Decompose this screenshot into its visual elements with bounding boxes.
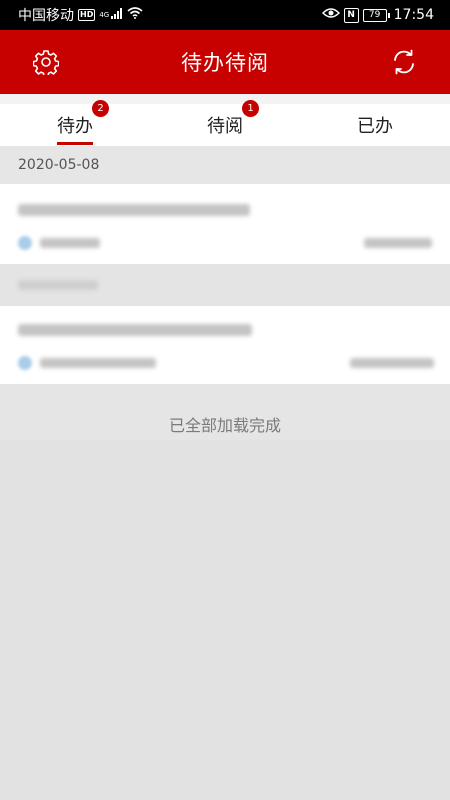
page-title: 待办待阅 — [181, 51, 269, 75]
tab-to-read[interactable]: 待阅 1 — [150, 100, 300, 146]
settings-button[interactable] — [30, 46, 62, 78]
refresh-icon — [394, 49, 414, 75]
blurred-title — [18, 204, 250, 216]
wifi-icon — [127, 7, 143, 23]
carrier-name: 中国移动 — [18, 8, 74, 24]
network-type: 4G — [99, 11, 110, 19]
nfc-icon: N — [343, 7, 359, 23]
status-left: 中国移动 HD 4G — [18, 5, 143, 25]
battery-icon: 79 — [362, 8, 390, 22]
hd-icon: HD — [78, 9, 96, 21]
clock: 17:54 — [393, 7, 434, 23]
count-badge: 1 — [242, 100, 259, 117]
blurred-time — [350, 358, 434, 368]
tab-bar: 待办 2 待阅 1 已办 — [0, 100, 450, 146]
battery-level: 79 — [362, 8, 387, 22]
tab-label: 待办 — [57, 116, 93, 137]
app-bar: 待办待阅 — [0, 30, 450, 94]
refresh-button[interactable] — [388, 46, 420, 78]
blurred-sender — [40, 238, 100, 248]
item-icon — [18, 356, 32, 370]
tab-pending[interactable]: 待办 2 — [0, 100, 150, 146]
blurred-group-header — [0, 264, 450, 306]
blurred-sender — [40, 358, 156, 368]
status-bar: 中国移动 HD 4G N 79 17:54 — [0, 0, 450, 30]
list-item[interactable] — [0, 184, 450, 264]
gear-icon — [33, 50, 59, 75]
tab-label: 已办 — [357, 116, 393, 137]
blurred-time — [364, 238, 432, 248]
status-right: N 79 17:54 — [321, 7, 434, 23]
all-loaded-text: 已全部加载完成 — [168, 416, 281, 435]
item-icon — [18, 236, 32, 250]
count-badge: 2 — [92, 100, 109, 117]
signal-icon — [111, 7, 123, 23]
tab-done[interactable]: 已办 — [300, 104, 450, 146]
active-tab-indicator — [57, 142, 93, 145]
list-item[interactable] — [0, 306, 450, 384]
appbar-gap — [0, 94, 450, 104]
blurred-title — [18, 324, 252, 336]
date-group-header: 2020-05-08 — [0, 146, 450, 184]
tab-label: 待阅 — [207, 116, 243, 137]
eye-icon — [321, 7, 340, 23]
